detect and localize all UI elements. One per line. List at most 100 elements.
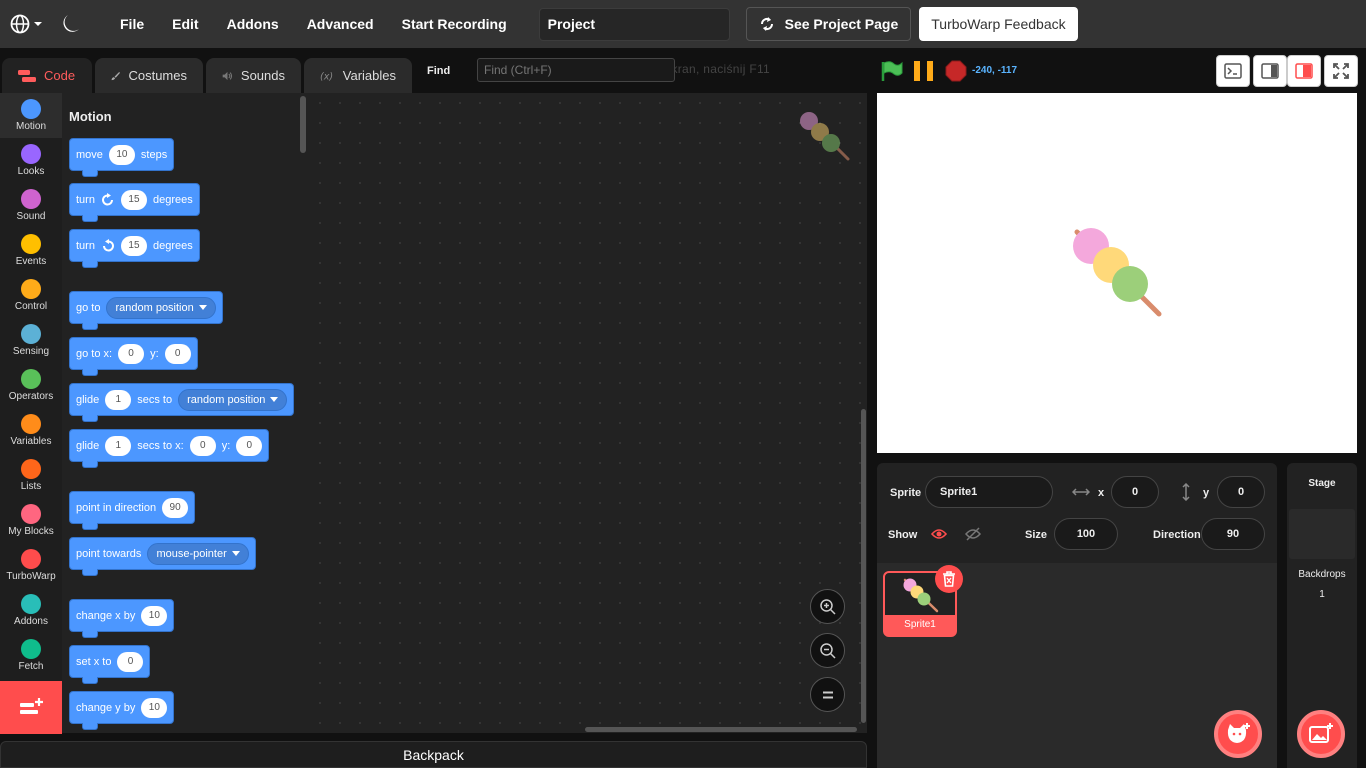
palette-title: Motion — [69, 109, 112, 124]
block-dropdown[interactable]: mouse-pointer — [147, 542, 249, 565]
debugger-button[interactable] — [1216, 55, 1250, 87]
zoom-out-icon — [819, 642, 836, 659]
block-input[interactable]: 0 — [189, 435, 216, 456]
globe-icon — [10, 14, 42, 34]
remix-icon — [760, 17, 773, 31]
category-dot — [21, 459, 41, 479]
block-turn-right[interactable]: turn 15 degrees — [69, 183, 200, 222]
block-input[interactable]: 0 — [164, 343, 191, 364]
block-text: go to — [76, 301, 101, 314]
block-move-steps[interactable]: move 10 steps — [69, 138, 175, 177]
block-go-to-xy[interactable]: go to x: 0 y: 0 — [69, 337, 198, 376]
category-sound[interactable]: Sound — [0, 183, 62, 228]
delete-sprite-button[interactable] — [935, 565, 963, 593]
block-input[interactable]: 1 — [105, 435, 132, 456]
block-glide-to[interactable]: glide 1 secs to random position — [69, 383, 295, 422]
block-input[interactable]: 0 — [117, 651, 144, 672]
category-motion[interactable]: Motion — [0, 93, 62, 138]
language-menu[interactable] — [2, 0, 50, 48]
block-change-x[interactable]: change x by 10 — [69, 599, 175, 638]
block-input[interactable]: 10 — [141, 697, 168, 718]
category-variables[interactable]: Variables — [0, 408, 62, 453]
zoom-reset-button[interactable] — [810, 677, 845, 712]
stage-canvas[interactable] — [877, 93, 1357, 453]
block-turn-left[interactable]: turn 15 degrees — [69, 229, 200, 268]
block-set-x[interactable]: set x to 0 — [69, 645, 151, 684]
add-sprite-button[interactable] — [1214, 710, 1262, 758]
category-control[interactable]: Control — [0, 273, 62, 318]
tab-costumes-label: Costumes — [128, 68, 187, 83]
tab-variables[interactable]: (x) Variables — [304, 58, 412, 93]
sprite-name-input[interactable]: Sprite1 — [925, 476, 1053, 508]
category-events[interactable]: Events — [0, 228, 62, 273]
code-workspace[interactable] — [310, 93, 867, 733]
category-sensing[interactable]: Sensing — [0, 318, 62, 363]
theme-toggle[interactable] — [50, 0, 92, 48]
category-operators[interactable]: Operators — [0, 363, 62, 408]
block-input[interactable]: 1 — [105, 389, 132, 410]
zoom-in-button[interactable] — [810, 589, 845, 624]
tab-code[interactable]: Code — [2, 58, 92, 93]
block-go-to[interactable]: go to random position — [69, 291, 223, 330]
backdrops-label: Backdrops — [1298, 569, 1346, 580]
block-point-direction[interactable]: point in direction 90 — [69, 491, 196, 530]
stage-thumbnail — [1289, 509, 1355, 559]
menu-edit[interactable]: Edit — [158, 0, 212, 48]
tab-costumes[interactable]: Costumes — [95, 58, 203, 93]
tab-sounds[interactable]: Sounds — [206, 58, 301, 93]
block-dropdown[interactable]: random position — [178, 388, 288, 411]
see-project-button[interactable]: See Project Page — [745, 7, 912, 41]
pause-icon[interactable] — [913, 61, 935, 81]
category-turbowarp[interactable]: TurboWarp — [0, 543, 62, 588]
block-input[interactable]: 10 — [108, 144, 135, 165]
palette-scrollbar[interactable] — [300, 96, 306, 153]
block-change-y[interactable]: change y by 10 — [69, 691, 175, 730]
menu-addons[interactable]: Addons — [213, 0, 293, 48]
add-backdrop-button[interactable] — [1297, 710, 1345, 758]
x-input[interactable]: 0 — [1111, 476, 1159, 508]
menu-advanced[interactable]: Advanced — [293, 0, 388, 48]
block-point-towards[interactable]: point towards mouse-pointer — [69, 537, 256, 576]
block-dropdown[interactable]: random position — [106, 296, 216, 319]
small-stage-button[interactable] — [1253, 55, 1287, 87]
eye-visible-icon[interactable] — [931, 528, 947, 540]
mouse-coordinates: -240, -117 — [972, 65, 1018, 76]
eye-hidden-icon[interactable] — [965, 527, 981, 541]
category-looks[interactable]: Looks — [0, 138, 62, 183]
stop-icon[interactable] — [945, 60, 967, 82]
block-input[interactable]: 0 — [236, 435, 263, 456]
stage-title: Stage — [1308, 478, 1336, 489]
speaker-icon — [222, 71, 233, 80]
category-addons[interactable]: Addons — [0, 588, 62, 633]
category-label: Variables — [10, 436, 52, 447]
feedback-button[interactable]: TurboWarp Feedback — [919, 7, 1078, 41]
category-dot — [21, 639, 41, 659]
category-lists[interactable]: Lists — [0, 453, 62, 498]
large-stage-button[interactable] — [1287, 55, 1321, 87]
block-input[interactable]: 0 — [118, 343, 145, 364]
block-text: steps — [140, 148, 168, 161]
block-glide-xy[interactable]: glide 1 secs to x: 0 y: 0 — [69, 429, 270, 468]
fullscreen-button[interactable] — [1324, 55, 1358, 87]
trash-icon — [943, 571, 955, 587]
category-fetch[interactable]: Fetch — [0, 633, 62, 678]
add-extension-button[interactable] — [0, 681, 62, 734]
workspace-vertical-scrollbar[interactable] — [861, 409, 866, 723]
y-input[interactable]: 0 — [1217, 476, 1265, 508]
menu-file[interactable]: File — [106, 0, 158, 48]
menu-start-recording[interactable]: Start Recording — [388, 0, 521, 48]
dango-sprite[interactable] — [1073, 228, 1165, 320]
category-my-blocks[interactable]: My Blocks — [0, 498, 62, 543]
green-flag-icon[interactable] — [880, 60, 904, 82]
size-input[interactable]: 100 — [1054, 518, 1118, 550]
find-input[interactable] — [477, 58, 675, 82]
block-input[interactable]: 15 — [120, 235, 147, 256]
direction-input[interactable]: 90 — [1201, 518, 1265, 550]
backpack[interactable]: Backpack — [0, 741, 867, 768]
workspace-horizontal-scrollbar[interactable] — [585, 727, 857, 732]
block-input[interactable]: 90 — [162, 497, 189, 518]
block-input[interactable]: 15 — [120, 189, 147, 210]
block-input[interactable]: 10 — [141, 605, 168, 626]
project-title-input[interactable]: Project — [538, 7, 730, 41]
zoom-out-button[interactable] — [810, 633, 845, 668]
